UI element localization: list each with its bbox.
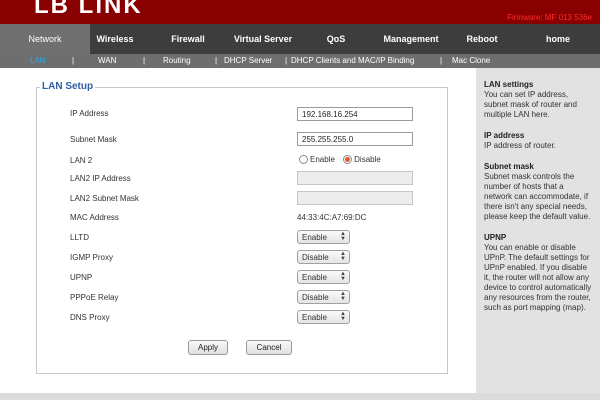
firmware-version: Firmware: MF 013 536e (507, 13, 592, 22)
lan2-disable-label: Disable (354, 155, 381, 165)
ip-address-label: IP Address (70, 109, 109, 118)
help-text-lan-settings: You can set IP address, subnet mask of r… (484, 90, 577, 119)
upnp-select-value: Enable (302, 273, 327, 282)
main-nav: Network Wireless Firewall Virtual Server… (0, 24, 600, 54)
subnav-separator: | (215, 56, 218, 65)
help-text-ip-address: IP address of router. (484, 141, 556, 150)
subnav-separator: | (285, 56, 288, 65)
help-title-lan-settings: LAN settings (484, 80, 534, 89)
ip-address-input[interactable] (297, 107, 413, 121)
lan2-subnet-label: LAN2 Subnet Mask (70, 194, 139, 203)
bottom-bar (0, 393, 600, 400)
brand-logo: LB LINK (34, 0, 143, 19)
header-bar: LB LINK Firmware: MF 013 536e (0, 0, 600, 24)
lltd-label: LLTD (70, 233, 89, 242)
nav-reboot[interactable]: Reboot (460, 24, 504, 54)
igmp-proxy-label: IGMP Proxy (70, 253, 113, 262)
subnav-dhcp-clients[interactable]: DHCP Clients and MAC/IP Binding (291, 54, 414, 68)
subnav-lan[interactable]: LAN (30, 54, 46, 68)
apply-button[interactable]: Apply (188, 340, 228, 355)
subnet-mask-input[interactable] (297, 132, 413, 146)
nav-home[interactable]: home (536, 24, 580, 54)
lan2-label: LAN 2 (70, 156, 93, 165)
help-text-upnp: You can enable or disable UPnP. The defa… (484, 243, 592, 312)
help-title-ip-address: IP address (484, 131, 525, 140)
help-text-subnet-mask: Subnet mask controls the number of hosts… (484, 172, 591, 221)
lan2-disable-radio[interactable] (343, 155, 353, 165)
cancel-button[interactable]: Cancel (246, 340, 292, 355)
lltd-select-value: Enable (302, 233, 327, 242)
dns-proxy-label: DNS Proxy (70, 313, 110, 322)
upnp-select[interactable]: Enable ▲ ▼ (297, 270, 350, 284)
nav-firewall[interactable]: Firewall (162, 24, 214, 54)
igmp-proxy-select[interactable]: Disable ▲ ▼ (297, 250, 350, 264)
lan2-ip-input[interactable] (297, 171, 413, 185)
updown-icon: ▲ ▼ (340, 311, 346, 322)
dns-proxy-select-value: Enable (302, 313, 327, 322)
igmp-proxy-select-value: Disable (302, 253, 329, 262)
lan2-ip-label: LAN2 IP Address (70, 174, 131, 183)
nav-network[interactable]: Network (0, 24, 90, 54)
upnp-label: UPNP (70, 273, 93, 282)
help-title-subnet-mask: Subnet mask (484, 162, 534, 171)
subnav-separator: | (440, 56, 443, 65)
updown-icon: ▲ ▼ (340, 271, 346, 282)
lan2-radio-group: Enable Disable (299, 155, 387, 165)
lan-setup-title: LAN Setup (40, 81, 96, 92)
help-title-upnp: UPNP (484, 233, 507, 242)
mac-address-label: MAC Address (70, 213, 119, 222)
help-panel: LAN settings You can set IP address, sub… (476, 68, 600, 393)
dns-proxy-select[interactable]: Enable ▲ ▼ (297, 310, 350, 324)
nav-wireless[interactable]: Wireless (90, 24, 140, 54)
subnav-wan[interactable]: WAN (98, 54, 116, 68)
updown-icon: ▲ ▼ (340, 231, 346, 242)
nav-virtual-server[interactable]: Virtual Server (228, 24, 298, 54)
lan2-enable-label: Enable (310, 155, 335, 165)
subnav-dhcp-server[interactable]: DHCP Server (224, 54, 272, 68)
mac-address-value: 44:33:4C:A7:69:DC (297, 213, 367, 222)
pppoe-relay-select-value: Disable (302, 293, 329, 302)
pppoe-relay-select[interactable]: Disable ▲ ▼ (297, 290, 350, 304)
updown-icon: ▲ ▼ (340, 251, 346, 262)
nav-qos[interactable]: QoS (318, 24, 354, 54)
lan2-subnet-input[interactable] (297, 191, 413, 205)
lan2-enable-radio[interactable] (299, 155, 308, 165)
subnav-separator: | (143, 56, 146, 65)
subnav-mac-clone[interactable]: Mac Clone (452, 54, 490, 68)
updown-icon: ▲ ▼ (340, 291, 346, 302)
sub-nav: LAN | WAN | Routing | DHCP Server | DHCP… (0, 54, 600, 68)
subnav-routing[interactable]: Routing (163, 54, 191, 68)
subnav-separator: | (72, 56, 75, 65)
nav-management[interactable]: Management (378, 24, 444, 54)
subnet-mask-label: Subnet Mask (70, 135, 117, 144)
pppoe-relay-label: PPPoE Relay (70, 293, 119, 302)
lan-setup-fieldset (36, 87, 448, 374)
lltd-select[interactable]: Enable ▲ ▼ (297, 230, 350, 244)
